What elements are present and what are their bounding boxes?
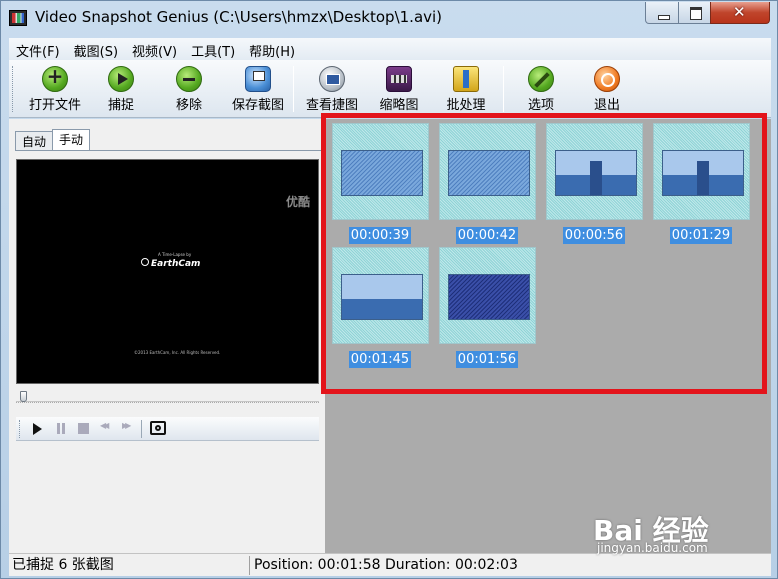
status-bar: 已捕捉 6 张截图 Position: 00:01:58 Duration: 0… [9,553,771,576]
controls-separator [141,420,142,438]
view-snapshot-label: 查看捷图 [305,98,358,113]
toolbar: 打开文件 捕捉 移除 保存截图 查看捷图 缩略图 批处理 [9,60,771,118]
exit-label: 退出 [593,98,620,113]
remove-button[interactable]: 移除 [161,63,217,117]
snapshot-thumbnail[interactable] [332,247,429,344]
snapshot-time: 00:01:56 [456,351,518,368]
close-button[interactable] [710,2,770,24]
snapshot-image [341,150,423,196]
snapshot-thumbnail[interactable] [546,123,643,220]
snapshot-thumbnail[interactable] [439,247,536,344]
position-duration-status: Position: 00:01:58 Duration: 00:02:03 [254,557,518,573]
batch-button[interactable]: 批处理 [437,63,495,117]
earthcam-logo: EarthCam [141,258,200,269]
capture-label: 捕捉 [107,98,134,113]
film-strip-icon [386,66,412,92]
window-title: Video Snapshot Genius (C:\Users\hmzx\Des… [35,8,443,26]
snapshot-image [448,274,530,320]
plus-icon [42,64,68,92]
seek-track [16,402,319,408]
tab-auto[interactable]: 自动 [15,131,54,150]
maximize-button[interactable] [678,2,711,24]
snapshot-time: 00:01:29 [670,227,732,244]
fast-forward-icon[interactable] [122,421,136,436]
toolbar-separator [293,66,294,112]
tab-divider [15,150,321,151]
film-app-icon[interactable] [9,10,27,26]
controls-grip[interactable] [19,420,22,438]
menu-bar: 文件(F) 截图(S) 视频(V) 工具(T) 帮助(H) [9,38,771,60]
options-label: 选项 [527,98,554,113]
thumbnail-button[interactable]: 缩略图 [371,63,427,117]
snapshot-thumbnail[interactable] [439,123,536,220]
video-copyright: ©2013 EarthCam, Inc. All Rights Reserved… [134,350,221,355]
open-file-label: 打开文件 [28,98,81,113]
snapshot-thumbnail[interactable] [332,123,429,220]
menu-help[interactable]: 帮助(H) [242,38,302,60]
video-intro-text: A Time-Lapse by [158,252,192,257]
exit-icon [594,66,620,92]
menu-snapshot[interactable]: 截图(S) [67,38,125,60]
options-button[interactable]: 选项 [513,63,569,117]
open-file-button[interactable]: 打开文件 [23,63,87,117]
play-icon [108,66,134,92]
snapshot-time: 00:00:42 [456,227,518,244]
snapshot-image [662,150,744,196]
rewind-icon[interactable] [100,421,114,436]
floppy-disk-icon [245,66,271,92]
camera-icon[interactable] [150,421,166,435]
play-icon[interactable] [30,422,44,436]
capture-button[interactable]: 捕捉 [93,63,149,117]
snapshot-thumbnail[interactable] [653,123,750,220]
snapshot-time: 00:01:45 [349,351,411,368]
seek-slider-handle[interactable] [20,391,27,402]
playback-controls [16,417,319,441]
monitor-icon [319,66,345,92]
toolbar-grip[interactable] [12,66,15,112]
minus-icon [176,66,202,92]
save-snapshot-button[interactable]: 保存截图 [225,63,291,117]
menu-file[interactable]: 文件(F) [9,38,67,60]
save-snapshot-label: 保存截图 [231,98,284,113]
thumbnail-label: 缩略图 [379,98,419,113]
baidu-watermark-url: jingyan.baidu.com [597,541,708,555]
seek-slider[interactable] [16,390,319,403]
title-bar[interactable]: Video Snapshot Genius (C:\Users\hmzx\Des… [1,1,777,35]
stop-icon[interactable] [76,422,90,436]
menu-tools[interactable]: 工具(T) [184,38,242,60]
view-snapshot-button[interactable]: 查看捷图 [299,63,365,117]
menu-video[interactable]: 视频(V) [125,38,184,60]
snapshot-time: 00:00:39 [349,227,411,244]
exit-button[interactable]: 退出 [579,63,635,117]
video-watermark: 优酷 [285,195,310,209]
snapshot-time: 00:00:56 [563,227,625,244]
toolbar-separator [503,66,504,112]
tab-manual[interactable]: 手动 [52,129,91,150]
player-panel: 自动 手动 优酷 A Time-Lapse by EarthCam ©2013 … [9,119,325,553]
capture-mode-tabs: 自动 手动 [15,129,91,151]
minimize-button[interactable] [645,2,679,24]
snapshot-grid: 00:00:39 00:00:42 00:00:56 00:01:29 00:0… [325,119,771,553]
batch-files-icon [453,66,479,92]
batch-label: 批处理 [446,98,486,113]
pause-icon[interactable] [54,422,68,436]
captured-count-status: 已捕捉 6 张截图 [12,556,250,575]
remove-label: 移除 [175,98,202,113]
snapshot-image [448,150,530,196]
snapshot-image [341,274,423,320]
snapshot-image [555,150,637,196]
video-preview[interactable]: 优酷 A Time-Lapse by EarthCam ©2013 EarthC… [16,159,319,384]
wrench-icon [528,66,554,92]
app-window: Video Snapshot Genius (C:\Users\hmzx\Des… [0,0,778,579]
